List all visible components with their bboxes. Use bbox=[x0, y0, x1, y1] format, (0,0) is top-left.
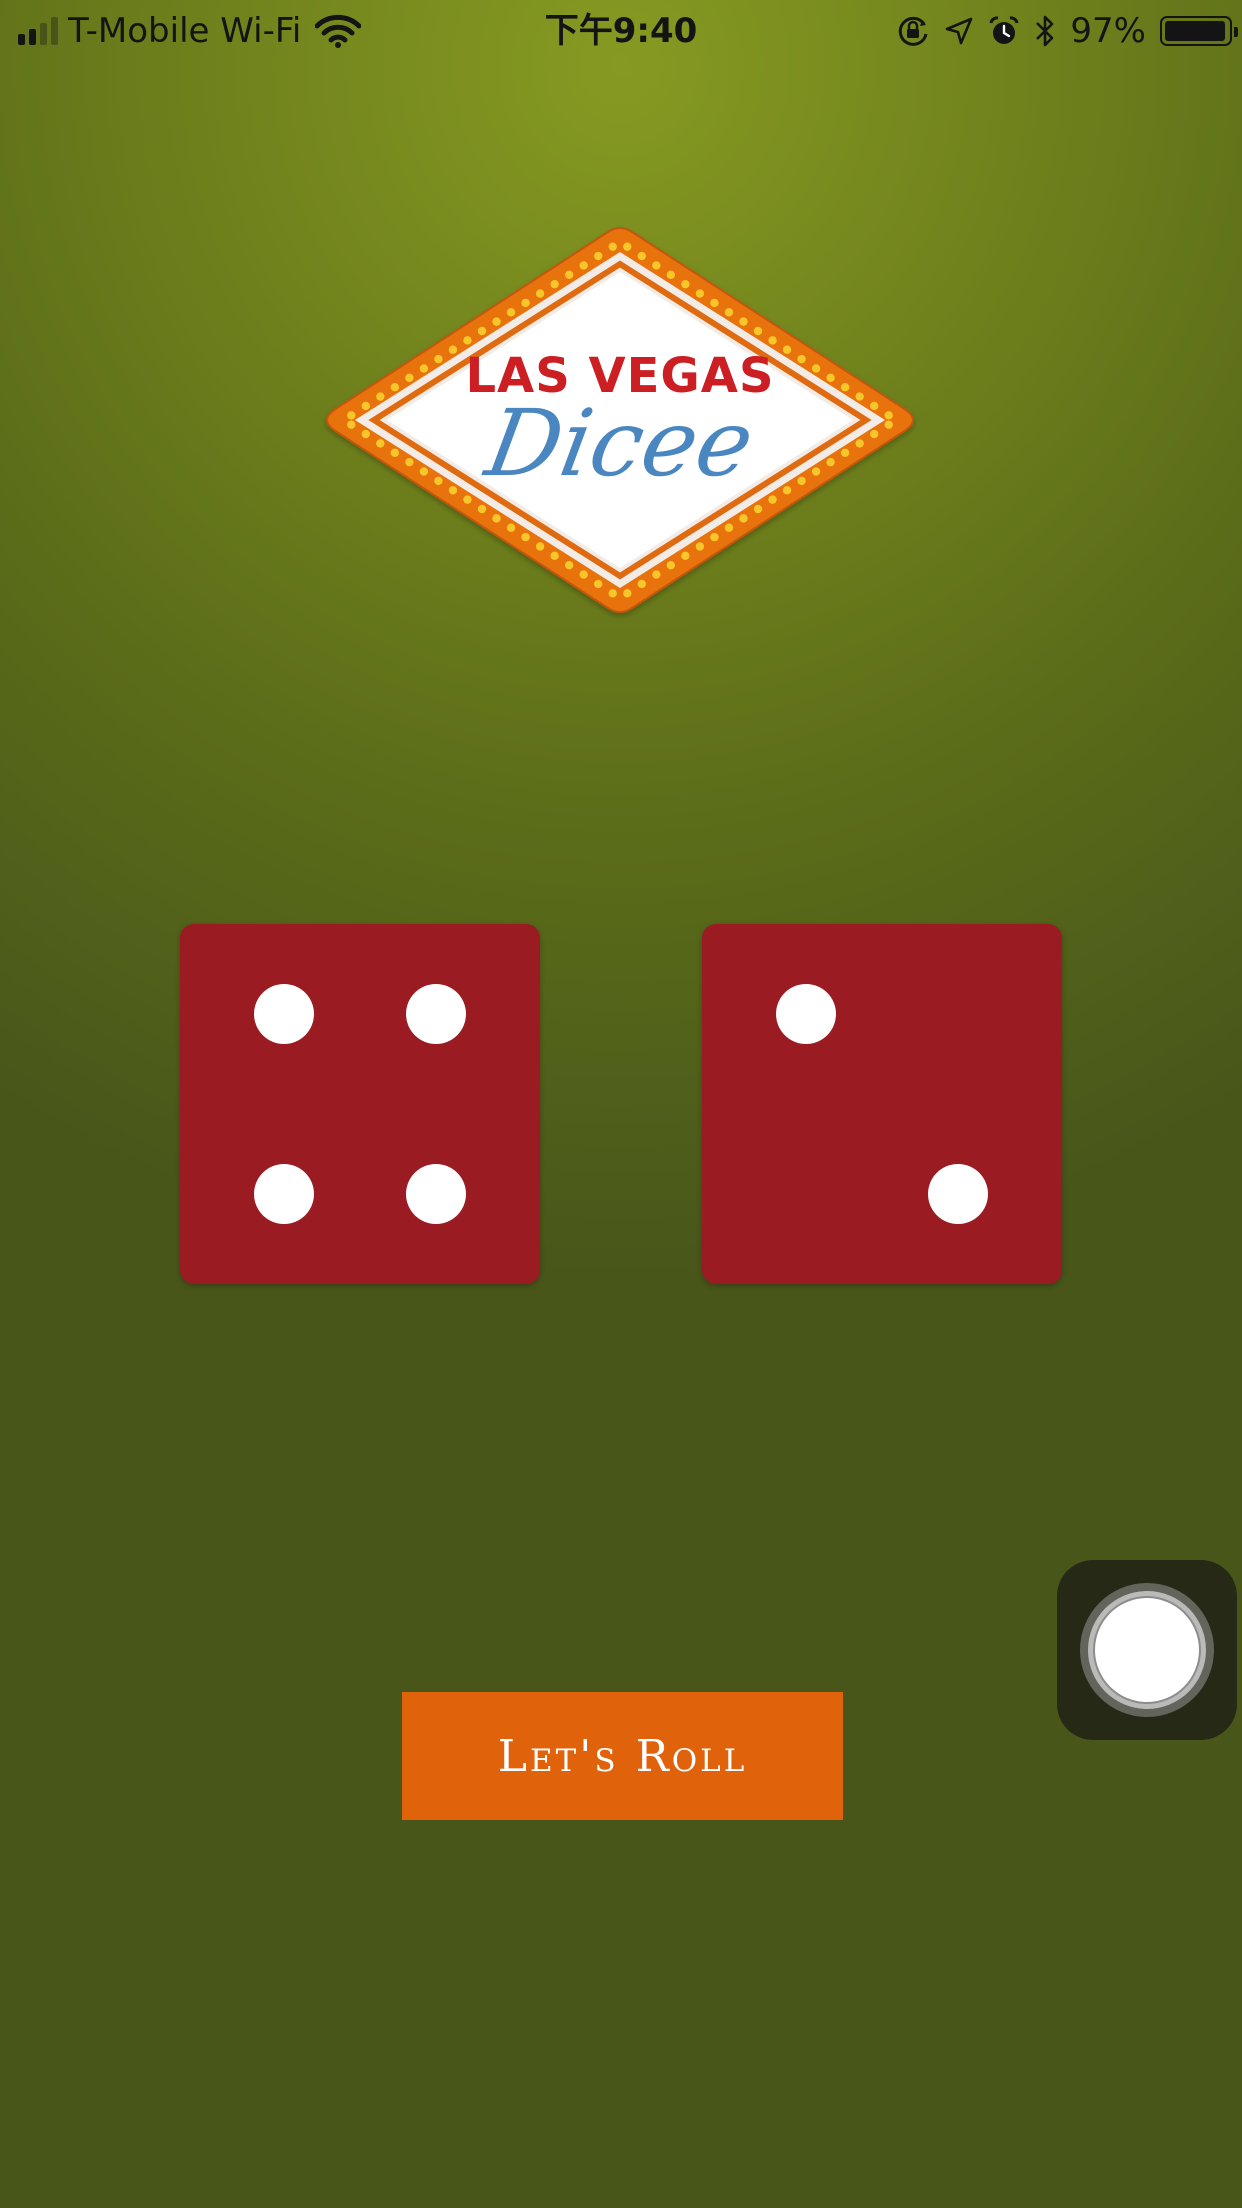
battery-percent: 97% bbox=[1070, 11, 1146, 51]
marquee-bulb bbox=[739, 514, 748, 523]
marquee-bulb bbox=[695, 542, 705, 551]
status-right-group: 97% bbox=[896, 8, 1238, 54]
assistive-touch-button[interactable] bbox=[1057, 1560, 1237, 1740]
bluetooth-icon bbox=[1036, 15, 1054, 47]
marquee-bulb bbox=[753, 326, 763, 336]
marquee-bulb bbox=[666, 270, 676, 279]
die-pip bbox=[776, 984, 837, 1044]
marquee-bulb bbox=[535, 289, 545, 298]
marquee-bulb bbox=[768, 336, 777, 345]
lets-roll-button[interactable]: Let's Roll bbox=[402, 1692, 843, 1820]
marquee-bulb bbox=[652, 570, 661, 579]
marquee-bulb bbox=[724, 523, 734, 532]
die-pip bbox=[254, 984, 315, 1044]
marquee-bulb bbox=[550, 279, 559, 289]
logo-script-text: Dicee bbox=[478, 390, 762, 497]
status-bar: T-Mobile Wi-Fi 下午9:40 97% bbox=[0, 0, 1242, 62]
marquee-bulb bbox=[710, 298, 719, 308]
orientation-lock-icon bbox=[899, 16, 928, 46]
marquee-bulb bbox=[681, 551, 690, 561]
right-die bbox=[702, 924, 1062, 1284]
marquee-bulb bbox=[564, 561, 574, 570]
die-pip bbox=[405, 984, 466, 1044]
marquee-bulb bbox=[666, 561, 676, 570]
marquee-bulb bbox=[710, 532, 719, 542]
location-icon bbox=[946, 17, 973, 45]
battery-icon bbox=[1160, 16, 1238, 46]
marquee-bulb bbox=[521, 298, 530, 308]
las-vegas-dicee-logo: LAS VEGAS Dicee bbox=[320, 220, 920, 620]
marquee-bulb bbox=[623, 242, 632, 251]
marquee-bulb bbox=[753, 504, 763, 514]
marquee-bulb bbox=[492, 514, 501, 523]
marquee-bulb bbox=[506, 308, 516, 317]
marquee-bulb bbox=[477, 326, 487, 336]
marquee-bulb bbox=[521, 532, 530, 542]
marquee-bulb bbox=[492, 317, 501, 326]
die-pip bbox=[254, 1164, 315, 1224]
marquee-bulb bbox=[637, 251, 646, 261]
marquee-bulb bbox=[477, 504, 487, 514]
marquee-bulb bbox=[637, 579, 646, 589]
die-pip bbox=[405, 1164, 466, 1224]
marquee-bulb bbox=[594, 251, 603, 261]
marquee-bulb bbox=[594, 579, 603, 589]
marquee-bulb bbox=[681, 279, 690, 289]
marquee-bulb bbox=[739, 317, 748, 326]
marquee-bulb bbox=[608, 589, 617, 598]
alarm-icon bbox=[989, 16, 1019, 44]
assistive-touch-ring bbox=[1080, 1583, 1214, 1717]
marquee-bulb bbox=[695, 289, 705, 298]
marquee-bulb bbox=[550, 551, 559, 561]
marquee-bulb bbox=[652, 261, 661, 270]
left-die bbox=[180, 924, 540, 1284]
battery-level-fill bbox=[1165, 21, 1225, 41]
die-pip bbox=[927, 1164, 988, 1224]
marquee-bulb bbox=[535, 542, 545, 551]
marquee-bulb bbox=[463, 336, 472, 345]
marquee-bulb bbox=[506, 523, 516, 532]
marquee-bulb bbox=[564, 270, 574, 279]
marquee-bulb bbox=[724, 308, 734, 317]
marquee-bulb bbox=[579, 570, 588, 579]
assistive-touch-core bbox=[1095, 1598, 1199, 1702]
marquee-bulb bbox=[608, 242, 617, 251]
marquee-bulb bbox=[579, 261, 588, 270]
marquee-bulb bbox=[623, 589, 632, 598]
